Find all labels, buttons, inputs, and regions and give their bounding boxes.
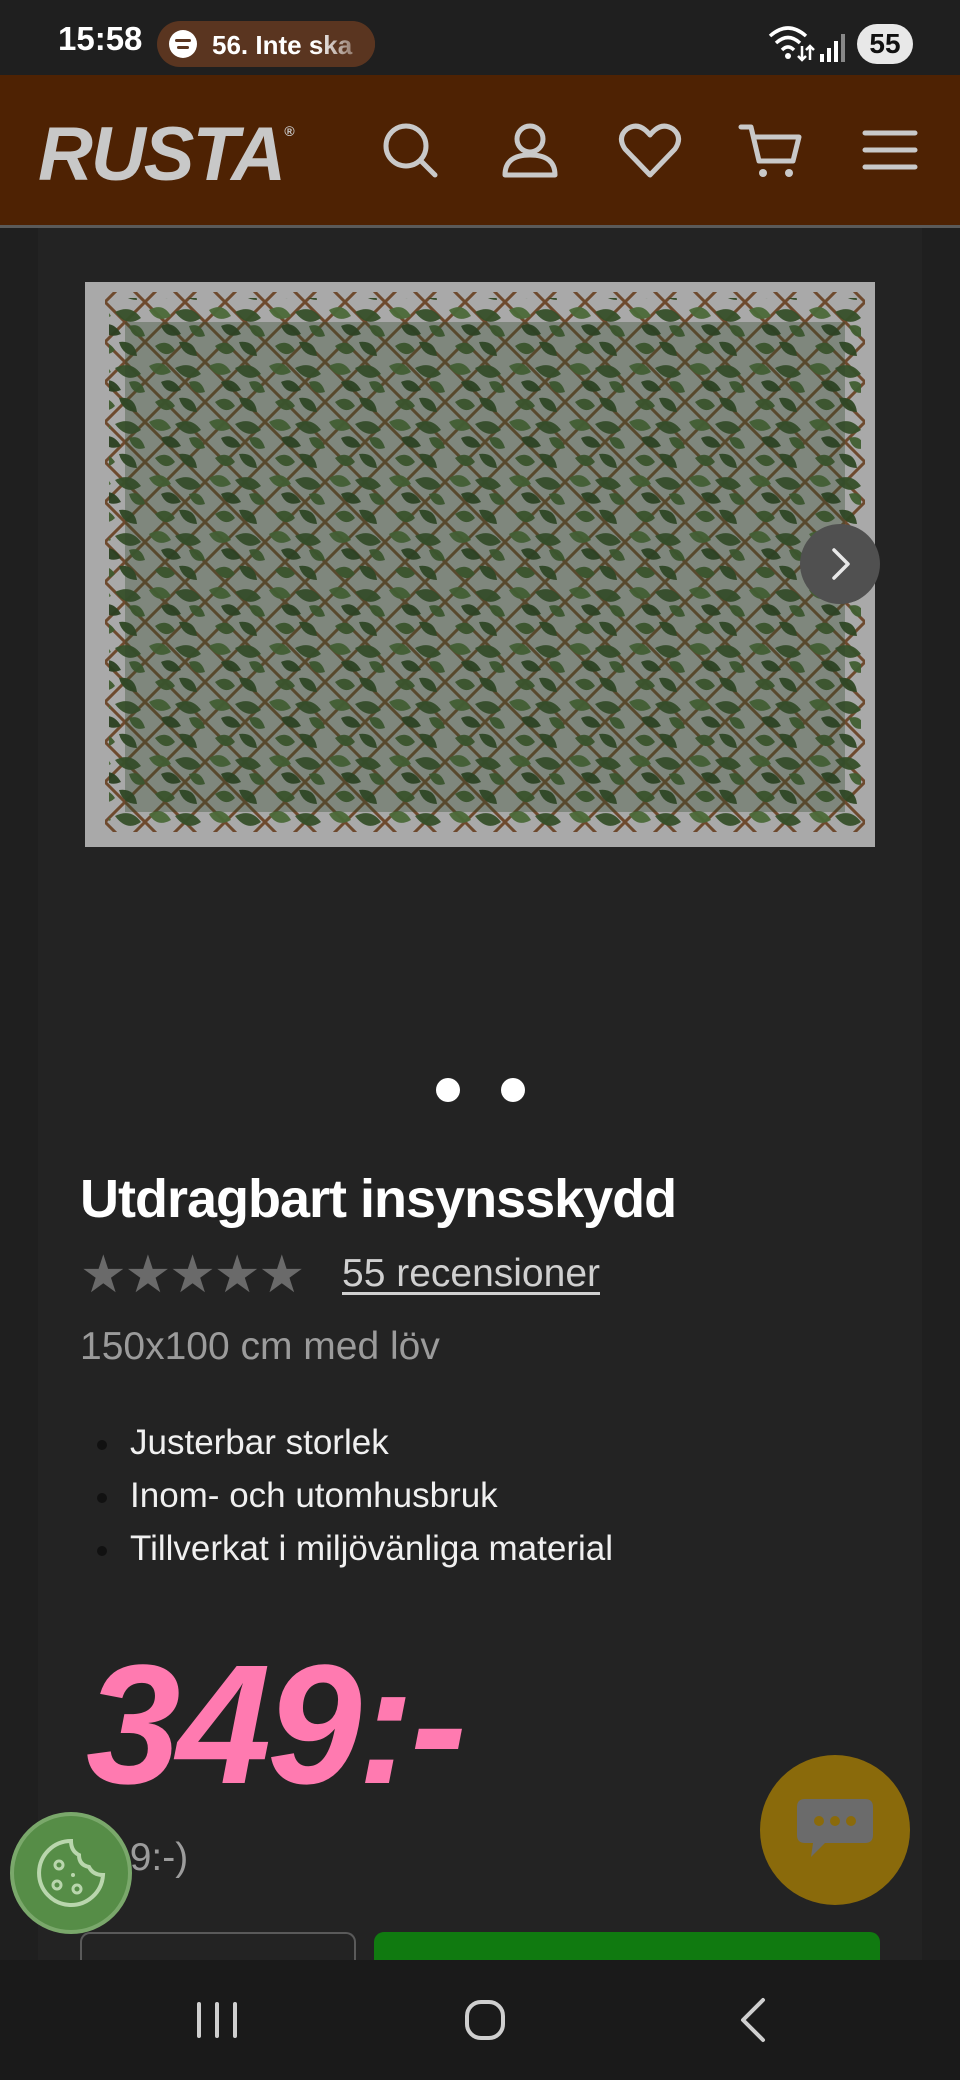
heart-icon[interactable] — [615, 115, 685, 185]
media-notification-chip[interactable]: 56. Inte ska — [157, 21, 375, 67]
site-header: RUSTA® — [0, 75, 960, 225]
star-icon: ★ — [124, 1246, 172, 1304]
gallery-next-button[interactable] — [800, 524, 880, 604]
home-icon[interactable] — [445, 1980, 525, 2060]
reviews-link[interactable]: 55 recensioner — [342, 1252, 600, 1296]
account-icon[interactable] — [495, 115, 565, 185]
product-image[interactable] — [85, 282, 875, 847]
cart-icon[interactable] — [735, 115, 805, 185]
gallery-dot-2[interactable] — [501, 1078, 525, 1102]
list-item: Justerbar storlek — [80, 1418, 613, 1471]
menu-icon[interactable] — [855, 115, 925, 185]
star-icon: ★ — [169, 1246, 216, 1304]
status-time: 15:58 — [58, 20, 143, 57]
chat-icon — [797, 1799, 873, 1857]
gallery-dot-1[interactable] — [436, 1078, 460, 1102]
back-icon[interactable] — [715, 1980, 795, 2060]
recent-apps-icon[interactable] — [177, 1980, 257, 2060]
star-icon: ★ — [258, 1246, 306, 1304]
product-price: 349:- — [86, 1630, 467, 1820]
cookie-icon — [37, 1838, 106, 1907]
system-nav-bar — [0, 1960, 960, 2080]
battery-indicator: 55 — [857, 24, 913, 64]
star-icon: ★ — [213, 1246, 261, 1304]
search-icon[interactable] — [375, 115, 445, 185]
feature-list: Justerbar storlek Inom- och utomhusbruk … — [80, 1418, 613, 1577]
star-icon: ★ — [80, 1246, 127, 1304]
product-title: Utdragbart insynsskydd — [80, 1169, 677, 1229]
rating-stars: ★★★★★ — [80, 1246, 306, 1304]
chat-button[interactable] — [760, 1755, 910, 1905]
wifi-icon — [768, 26, 845, 62]
product-subtitle: 150x100 cm med löv — [80, 1325, 440, 1368]
list-item: Inom- och utomhusbruk — [80, 1471, 613, 1524]
cookie-settings-button[interactable] — [10, 1812, 132, 1934]
spotify-icon — [169, 30, 197, 58]
chevron-right-icon — [832, 548, 850, 580]
rusta-logo[interactable]: RUSTA® — [38, 111, 295, 198]
list-item: Tillverkat i miljövänliga material — [80, 1524, 613, 1577]
status-bar: 15:58 56. Inte ska 55 — [0, 0, 960, 75]
